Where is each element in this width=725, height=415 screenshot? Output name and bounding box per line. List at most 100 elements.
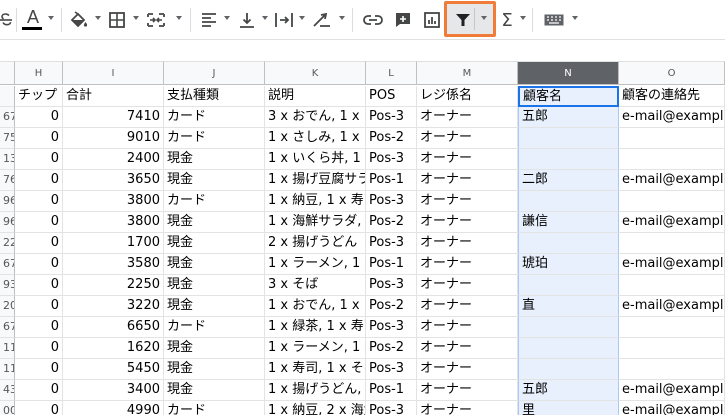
table-cell[interactable]: 1 x 揚げ豆腐サラ — [265, 170, 366, 191]
table-cell[interactable]: e-mail@example.c — [619, 296, 725, 317]
table-cell[interactable]: 3220 — [63, 296, 164, 317]
table-cell[interactable]: 現金 — [164, 254, 265, 275]
table-cell[interactable]: 1 x 緑茶, 1 x 寿司 — [265, 317, 366, 338]
table-cell[interactable]: 0 — [15, 254, 63, 275]
table-cell[interactable] — [518, 128, 619, 149]
insert-chart-icon[interactable] — [421, 6, 443, 34]
table-cell[interactable]: Pos-2 — [366, 338, 417, 359]
row-number-cell[interactable]: 93 — [0, 275, 15, 296]
table-cell[interactable]: 0 — [15, 338, 63, 359]
table-cell[interactable]: 2400 — [63, 149, 164, 170]
input-tools-dropdown-icon[interactable] — [572, 16, 578, 20]
table-cell[interactable]: オーナー — [417, 380, 518, 401]
table-cell[interactable]: Pos-3 — [366, 359, 417, 380]
table-cell[interactable] — [619, 233, 725, 254]
vertical-align-icon[interactable] — [236, 6, 258, 34]
header-cell[interactable]: POS — [366, 86, 417, 107]
table-cell[interactable]: Pos-3 — [366, 233, 417, 254]
fill-color-icon[interactable] — [68, 6, 90, 34]
functions-icon[interactable]: Σ — [498, 6, 516, 34]
column-header-m[interactable]: M — [417, 61, 518, 85]
table-cell[interactable]: カード — [164, 401, 265, 415]
table-cell[interactable]: Pos-2 — [366, 128, 417, 149]
horizontal-align-dropdown-icon[interactable] — [224, 16, 230, 20]
row-number-cell[interactable]: 75 — [0, 128, 15, 149]
table-cell[interactable]: オーナー — [417, 317, 518, 338]
row-number-cell[interactable]: 11 — [0, 338, 15, 359]
table-cell[interactable]: 0 — [15, 212, 63, 233]
table-cell[interactable]: 直 — [518, 296, 619, 317]
table-cell[interactable]: 0 — [15, 128, 63, 149]
table-cell[interactable]: 五郎 — [518, 107, 619, 128]
table-cell[interactable]: オーナー — [417, 212, 518, 233]
column-header-l[interactable]: L — [366, 61, 417, 85]
table-cell[interactable]: Pos-2 — [366, 296, 417, 317]
table-cell[interactable]: オーナー — [417, 401, 518, 415]
row-number-cell[interactable]: 76 — [0, 170, 15, 191]
row-number-cell[interactable]: 96 — [0, 191, 15, 212]
header-cell[interactable]: 支払種類 — [164, 86, 265, 107]
table-cell[interactable] — [518, 338, 619, 359]
table-cell[interactable]: Pos-3 — [366, 317, 417, 338]
table-cell[interactable] — [518, 191, 619, 212]
table-cell[interactable]: カード — [164, 107, 265, 128]
row-number-cell[interactable]: 67 — [0, 317, 15, 338]
table-cell[interactable]: 3 x そば — [265, 275, 366, 296]
table-cell[interactable]: 現金 — [164, 233, 265, 254]
row-number-cell[interactable]: 11 — [0, 359, 15, 380]
table-cell[interactable]: カード — [164, 317, 265, 338]
table-cell[interactable]: 現金 — [164, 338, 265, 359]
table-cell[interactable]: 1 x 納豆, 2 x 海鮮 — [265, 401, 366, 415]
table-cell[interactable]: オーナー — [417, 107, 518, 128]
header-cell[interactable]: 顧客の連絡先 — [619, 86, 725, 107]
header-cell[interactable]: レジ係名 — [417, 86, 518, 107]
table-cell[interactable]: オーナー — [417, 254, 518, 275]
table-cell[interactable]: e-mail@example.c — [619, 254, 725, 275]
insert-link-icon[interactable] — [361, 6, 385, 34]
row-number-cell[interactable]: 20 — [0, 296, 15, 317]
insert-comment-icon[interactable] — [392, 6, 414, 34]
table-cell[interactable]: e-mail@example.c — [619, 212, 725, 233]
table-cell[interactable] — [619, 359, 725, 380]
table-cell[interactable] — [619, 275, 725, 296]
row-number-cell[interactable]: 67 — [0, 107, 15, 128]
table-cell[interactable]: 7410 — [63, 107, 164, 128]
table-cell[interactable] — [518, 149, 619, 170]
table-cell[interactable]: 1 x 海鮮サラダ, — [265, 212, 366, 233]
borders-icon[interactable] — [106, 6, 128, 34]
table-cell[interactable]: 0 — [15, 233, 63, 254]
header-cell[interactable]: チップ — [15, 86, 63, 107]
table-cell[interactable]: 0 — [15, 149, 63, 170]
table-cell[interactable]: 2 x 揚げうどん — [265, 233, 366, 254]
table-cell[interactable] — [518, 275, 619, 296]
table-cell[interactable]: 0 — [15, 170, 63, 191]
create-filter-icon[interactable] — [452, 6, 474, 34]
text-rotation-dropdown-icon[interactable] — [339, 16, 345, 20]
table-cell[interactable]: オーナー — [417, 359, 518, 380]
table-cell[interactable]: 0 — [15, 296, 63, 317]
table-cell[interactable]: 現金 — [164, 359, 265, 380]
table-cell[interactable]: Pos-3 — [366, 401, 417, 415]
table-cell[interactable]: 1620 — [63, 338, 164, 359]
vertical-align-dropdown-icon[interactable] — [262, 16, 268, 20]
merge-cells-dropdown-icon[interactable] — [176, 16, 182, 20]
merge-cells-icon[interactable] — [144, 6, 168, 34]
table-cell[interactable]: 1 x 納豆, 1 x 寿司 — [265, 191, 366, 212]
table-cell[interactable]: 1 x 揚げうどん, — [265, 380, 366, 401]
table-cell[interactable]: e-mail@example.c — [619, 170, 725, 191]
table-cell[interactable]: Pos-3 — [366, 191, 417, 212]
table-cell[interactable]: 1 x いくら丼, 1 x — [265, 149, 366, 170]
input-tools-icon[interactable] — [542, 6, 566, 34]
table-cell[interactable]: 現金 — [164, 149, 265, 170]
table-cell[interactable]: 二郎 — [518, 170, 619, 191]
table-cell[interactable]: 現金 — [164, 170, 265, 191]
table-cell[interactable]: 1 x ラーメン, 1 x — [265, 254, 366, 275]
text-wrapping-icon[interactable] — [272, 6, 296, 34]
table-cell[interactable]: Pos-1 — [366, 254, 417, 275]
table-cell[interactable]: 3 x おでん, 1 x お — [265, 107, 366, 128]
column-header-h[interactable]: H — [15, 61, 63, 85]
table-cell[interactable]: 9010 — [63, 128, 164, 149]
table-cell[interactable]: e-mail@example.c — [619, 380, 725, 401]
table-cell[interactable]: e-mail@example.c — [619, 401, 725, 415]
row-number-cell[interactable]: 22 — [0, 233, 15, 254]
